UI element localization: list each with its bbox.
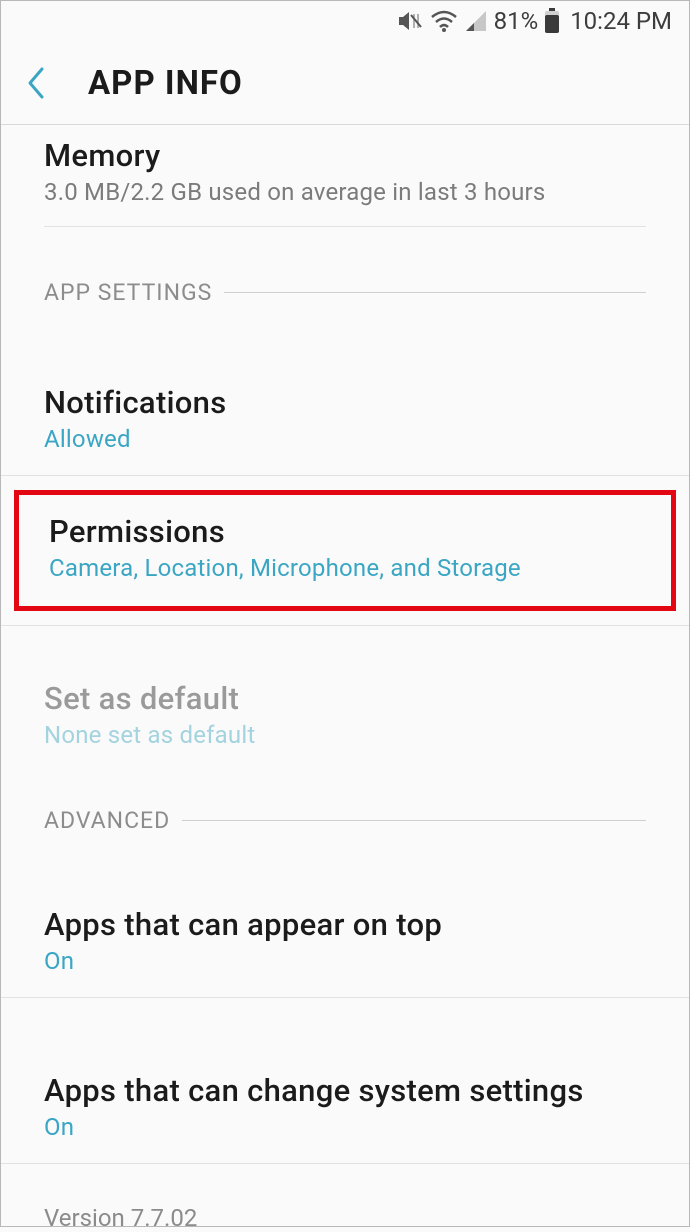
set-default-sub: None set as default [44, 721, 646, 749]
row-divider [0, 997, 690, 998]
row-divider [0, 625, 690, 626]
section-label: APP SETTINGS [44, 279, 212, 306]
mute-vibrate-icon [396, 9, 424, 33]
section-line [224, 292, 646, 293]
battery-percent: 81% [494, 7, 539, 35]
section-advanced: ADVANCED [0, 807, 690, 834]
status-bar: 81% 10:24 PM [0, 0, 690, 42]
permissions-item[interactable]: Permissions Camera, Location, Microphone… [14, 490, 676, 611]
battery-icon [544, 8, 560, 34]
chevron-left-icon [24, 65, 46, 101]
memory-item[interactable]: Memory 3.0 MB/2.2 GB used on average in … [0, 125, 690, 226]
cell-signal-icon [464, 9, 488, 33]
page-title: APP INFO [88, 64, 243, 103]
notifications-sub: Allowed [44, 425, 646, 453]
status-time: 10:24 PM [570, 7, 672, 35]
permissions-title: Permissions [49, 513, 641, 550]
set-default-item[interactable]: Set as default None set as default [0, 662, 690, 771]
notifications-item[interactable]: Notifications Allowed [0, 366, 690, 475]
apps-on-top-title: Apps that can appear on top [44, 906, 646, 943]
memory-sub: 3.0 MB/2.2 GB used on average in last 3 … [44, 178, 646, 206]
app-header: APP INFO [0, 42, 690, 124]
section-line [182, 820, 646, 821]
wifi-icon [430, 9, 458, 33]
memory-title: Memory [44, 137, 646, 174]
apps-system-title: Apps that can change system settings [44, 1072, 646, 1109]
permissions-sub: Camera, Location, Microphone, and Storag… [49, 554, 641, 582]
section-app-settings: APP SETTINGS [0, 279, 690, 306]
notifications-title: Notifications [44, 384, 646, 421]
set-default-title: Set as default [44, 680, 646, 717]
version-item: Version 7.7.02 [0, 1164, 690, 1232]
section-label: ADVANCED [44, 807, 170, 834]
back-button[interactable] [24, 61, 68, 105]
apps-on-top-item[interactable]: Apps that can appear on top On [0, 888, 690, 997]
row-divider [0, 475, 690, 476]
version-label: Version 7.7.02 [44, 1204, 646, 1232]
apps-on-top-sub: On [44, 947, 646, 975]
apps-system-item[interactable]: Apps that can change system settings On [0, 1054, 690, 1163]
apps-system-sub: On [44, 1113, 646, 1141]
row-divider [44, 226, 646, 227]
